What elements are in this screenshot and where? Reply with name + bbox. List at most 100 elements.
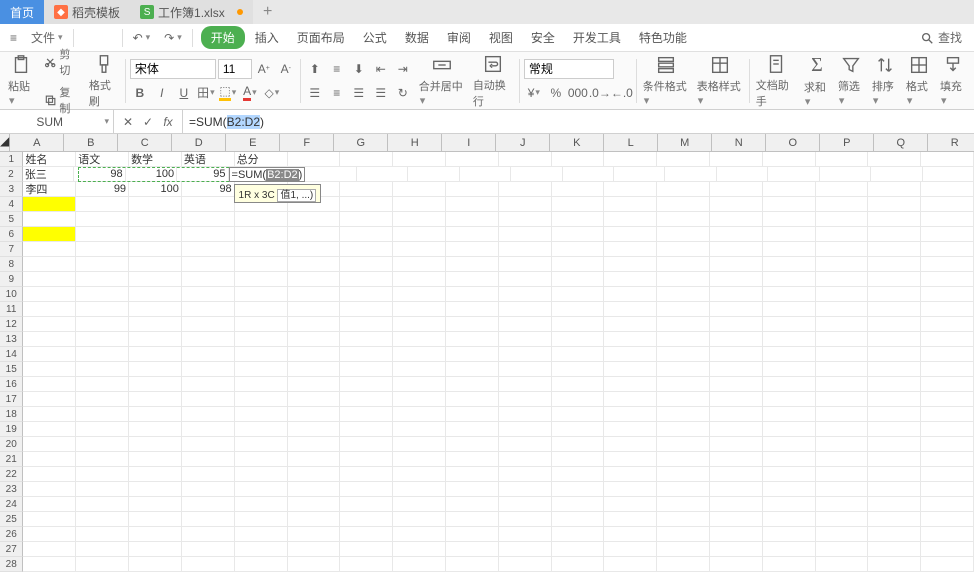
cell[interactable] bbox=[604, 317, 657, 332]
cell[interactable] bbox=[129, 467, 182, 482]
cell[interactable] bbox=[499, 242, 552, 257]
cell[interactable] bbox=[763, 482, 816, 497]
cell[interactable] bbox=[76, 347, 129, 362]
cell[interactable]: 100 bbox=[129, 182, 182, 197]
cell[interactable] bbox=[816, 257, 869, 272]
cell[interactable] bbox=[816, 422, 869, 437]
cell[interactable] bbox=[816, 542, 869, 557]
cell[interactable] bbox=[763, 197, 816, 212]
cell[interactable] bbox=[129, 407, 182, 422]
cell[interactable] bbox=[763, 347, 816, 362]
cell[interactable] bbox=[446, 227, 499, 242]
cell[interactable] bbox=[499, 512, 552, 527]
cell[interactable] bbox=[182, 422, 235, 437]
cell[interactable] bbox=[288, 437, 341, 452]
cell[interactable] bbox=[182, 527, 235, 542]
cell[interactable] bbox=[288, 212, 341, 227]
cell[interactable] bbox=[288, 527, 341, 542]
cell[interactable] bbox=[288, 257, 341, 272]
ribbon-tab-view[interactable]: 视图 bbox=[481, 26, 521, 49]
cell[interactable] bbox=[393, 392, 446, 407]
cell[interactable] bbox=[499, 437, 552, 452]
cell[interactable] bbox=[921, 257, 974, 272]
cell[interactable] bbox=[129, 377, 182, 392]
cell[interactable] bbox=[182, 467, 235, 482]
cell[interactable] bbox=[710, 452, 763, 467]
row-header[interactable]: 15 bbox=[0, 362, 23, 377]
cell[interactable] bbox=[76, 242, 129, 257]
currency-icon[interactable]: ¥▾ bbox=[524, 83, 544, 103]
cell[interactable] bbox=[499, 182, 552, 197]
cell[interactable] bbox=[921, 557, 974, 572]
cell[interactable] bbox=[393, 557, 446, 572]
cell[interactable] bbox=[23, 542, 76, 557]
cell[interactable] bbox=[816, 227, 869, 242]
cell[interactable] bbox=[868, 287, 921, 302]
decrease-decimal-icon[interactable]: ←.0 bbox=[612, 83, 632, 103]
column-header[interactable]: N bbox=[712, 134, 766, 152]
cell[interactable] bbox=[657, 242, 710, 257]
row-header[interactable]: 26 bbox=[0, 527, 23, 542]
row-header[interactable]: 8 bbox=[0, 257, 23, 272]
cell[interactable]: 95 bbox=[177, 167, 228, 182]
cell[interactable] bbox=[710, 347, 763, 362]
cell[interactable] bbox=[657, 227, 710, 242]
cell[interactable] bbox=[552, 182, 605, 197]
align-center-icon[interactable]: ≡ bbox=[327, 83, 347, 103]
cell[interactable] bbox=[552, 467, 605, 482]
cell[interactable] bbox=[499, 347, 552, 362]
row-header[interactable]: 4 bbox=[0, 197, 23, 212]
column-header[interactable]: O bbox=[766, 134, 820, 152]
select-all-corner[interactable]: ◢ bbox=[0, 134, 10, 152]
row-header[interactable]: 18 bbox=[0, 407, 23, 422]
cell[interactable] bbox=[921, 182, 974, 197]
cell[interactable] bbox=[340, 377, 393, 392]
cell[interactable] bbox=[76, 227, 129, 242]
cell[interactable] bbox=[763, 287, 816, 302]
cell[interactable] bbox=[76, 512, 129, 527]
cell[interactable] bbox=[657, 182, 710, 197]
cell[interactable] bbox=[446, 512, 499, 527]
cell[interactable] bbox=[657, 347, 710, 362]
cell[interactable] bbox=[23, 482, 76, 497]
cell[interactable] bbox=[923, 167, 974, 182]
row-header[interactable]: 14 bbox=[0, 347, 23, 362]
cell[interactable] bbox=[340, 287, 393, 302]
cell[interactable] bbox=[552, 512, 605, 527]
cell[interactable] bbox=[393, 227, 446, 242]
align-bottom-icon[interactable]: ⬇ bbox=[349, 59, 369, 79]
cell[interactable] bbox=[763, 557, 816, 572]
cell[interactable] bbox=[868, 197, 921, 212]
cell[interactable] bbox=[816, 557, 869, 572]
cell[interactable] bbox=[710, 557, 763, 572]
cell[interactable] bbox=[76, 452, 129, 467]
cell[interactable] bbox=[604, 512, 657, 527]
increase-indent-icon[interactable]: ⇥ bbox=[393, 59, 413, 79]
cell[interactable] bbox=[763, 512, 816, 527]
cell[interactable] bbox=[129, 437, 182, 452]
accept-formula-icon[interactable]: ✓ bbox=[140, 114, 156, 130]
cell[interactable] bbox=[288, 452, 341, 467]
cell[interactable] bbox=[235, 527, 288, 542]
cell[interactable] bbox=[446, 347, 499, 362]
cell[interactable] bbox=[235, 452, 288, 467]
cell[interactable] bbox=[182, 272, 235, 287]
cell[interactable] bbox=[446, 557, 499, 572]
cell[interactable] bbox=[182, 482, 235, 497]
cell[interactable] bbox=[499, 317, 552, 332]
cell[interactable] bbox=[393, 242, 446, 257]
cell[interactable] bbox=[499, 452, 552, 467]
row-header[interactable]: 21 bbox=[0, 452, 23, 467]
cell[interactable] bbox=[816, 512, 869, 527]
cell[interactable] bbox=[868, 542, 921, 557]
cell[interactable] bbox=[446, 482, 499, 497]
cell[interactable] bbox=[340, 542, 393, 557]
cell[interactable] bbox=[340, 452, 393, 467]
column-header[interactable]: B bbox=[64, 134, 118, 152]
cell[interactable] bbox=[816, 242, 869, 257]
wrap-text-button[interactable]: 自动换行 bbox=[469, 51, 517, 111]
cell[interactable] bbox=[657, 497, 710, 512]
fill-color-icon[interactable]: ⬚▾ bbox=[218, 83, 238, 103]
cell[interactable] bbox=[868, 422, 921, 437]
cell[interactable] bbox=[657, 212, 710, 227]
